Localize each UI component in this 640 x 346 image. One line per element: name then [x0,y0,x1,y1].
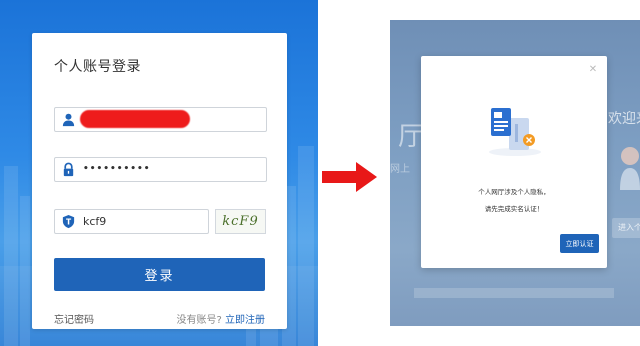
login-card: 个人账号登录 •••••••••• T kcf9 kcF9 登录 忘记密码 没有… [32,33,287,329]
background-bar [414,288,614,298]
user-icon [62,113,75,127]
verify-modal: ✕ 个人网厅涉及个人隐私， 请先完成实名认证！ 立即认证 [421,56,607,268]
avatar-icon [620,147,640,190]
no-account-text: 没有账号? [176,315,222,326]
login-page-background: 个人账号登录 •••••••••• T kcf9 kcF9 登录 忘记密码 没有… [0,0,318,346]
login-title: 个人账号登录 [54,59,141,75]
svg-text:T: T [66,217,72,226]
register-link[interactable]: 立即注册 [225,315,265,326]
captcha-image-text: kcF9 [222,214,259,229]
captcha-field[interactable]: T kcf9 [54,209,209,234]
close-icon[interactable]: ✕ [587,64,599,76]
password-value: •••••••••• [83,164,151,174]
register-row: 没有账号? 立即注册 [177,311,266,326]
password-field[interactable]: •••••••••• [54,157,267,182]
forgot-password-link[interactable]: 忘记密码 [54,311,94,326]
username-field[interactable] [54,107,267,132]
verify-now-button[interactable]: 立即认证 [560,234,599,253]
redacted-username [80,110,190,128]
background-welcome-text: 欢迎来 [608,111,640,127]
shield-icon: T [62,214,75,229]
verify-message-line-2: 请先完成实名认证！ [484,205,544,213]
background-subtitle-fragment: 网上 [390,164,410,175]
id-card-icon [489,108,541,156]
right-arrow-icon [322,162,377,192]
background-enter-button: 进入个 [612,218,640,238]
lock-icon [63,162,74,177]
login-button[interactable]: 登录 [54,258,265,291]
verify-message-line-1: 个人网厅涉及个人隐私， [478,188,550,196]
captcha-image[interactable]: kcF9 [215,209,266,234]
captcha-input-value: kcf9 [83,215,107,228]
